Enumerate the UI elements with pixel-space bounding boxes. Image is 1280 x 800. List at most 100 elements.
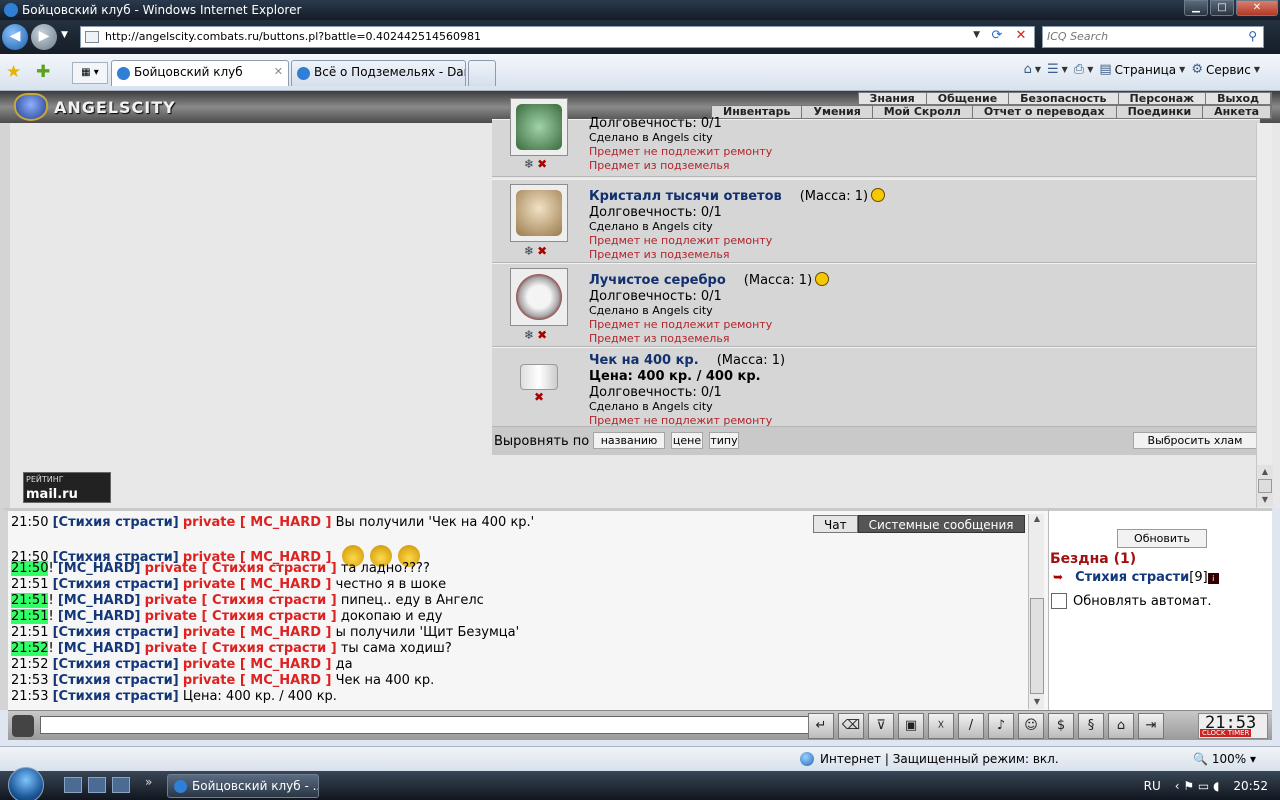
chat-sender[interactable]: [Стихия страсти] [53,625,179,640]
send-icon[interactable]: ↵ [808,713,834,739]
chevron-down-icon[interactable]: ▼ [1087,65,1093,74]
url-text[interactable]: http://angelscity.combats.ru/buttons.pl?… [105,30,481,43]
chat-private-target[interactable]: private [ MC_HARD ] [183,625,332,640]
tab-combats[interactable]: Бойцовский клуб ✕ [111,60,289,86]
chat-sender[interactable]: [Стихия страсти] [53,657,179,672]
dismantle-icon[interactable]: ❄ [524,157,534,171]
scroll-down-icon[interactable]: ▼ [1257,493,1273,507]
smiley-icon[interactable]: ☺ [1018,713,1044,739]
chat-sender[interactable]: [Стихия страсти] [53,689,179,704]
chat-time[interactable]: 21:50 [11,515,48,530]
scroll-thumb[interactable] [1258,479,1272,493]
menu-profile[interactable]: Анкета [1203,106,1271,118]
stop-icon[interactable]: ✕ [1010,28,1032,46]
tray-clock[interactable]: 20:52 [1233,779,1268,793]
chat-time[interactable]: 21:51 [11,625,48,640]
money-icon[interactable]: $ [1048,713,1074,739]
chat-sender[interactable]: [Стихия страсти] [53,577,179,592]
filter-icon[interactable]: ⊽ [868,713,894,739]
dismantle-icon[interactable]: ❄ [524,328,534,342]
sound-icon[interactable]: ♪ [988,713,1014,739]
tools-menu[interactable]: ⚙ Сервис ▼ [1191,62,1260,77]
auto-refresh-checkbox[interactable] [1051,593,1067,609]
start-button[interactable] [8,767,44,800]
address-bar[interactable]: http://angelscity.combats.ru/buttons.pl?… [80,26,1035,48]
chat-icon[interactable] [12,715,34,737]
refresh-icon[interactable]: ⟳ [986,28,1008,46]
page-menu[interactable]: ▤ Страница ▼ [1099,62,1185,77]
taskbar-button-ie[interactable]: Бойцовский клуб - ... [167,774,319,798]
fight-icon[interactable]: ☓ [928,713,954,739]
menu-character[interactable]: Персонаж [1119,93,1207,105]
minimize-button[interactable]: ▁ [1184,0,1208,16]
search-box[interactable]: ⚲ [1042,26,1264,48]
delete-icon[interactable]: ✖ [537,157,547,171]
chat-time[interactable]: 21:50 [11,561,49,576]
menu-communication[interactable]: Общение [927,93,1010,105]
chat-private-target[interactable]: private [ Стихия страсти ] [145,593,337,608]
close-button[interactable]: ✕ [1236,0,1278,16]
scroll-icon[interactable]: § [1078,713,1104,739]
save-icon[interactable]: ▣ [898,713,924,739]
chat-sender[interactable]: [Стихия страсти] [53,515,179,530]
exit-icon[interactable]: ⇥ [1138,713,1164,739]
translit-icon[interactable]: / [958,713,984,739]
scroll-down-icon[interactable]: ▼ [1029,697,1045,709]
item-name-link[interactable]: Кристалл тысячи ответов [589,189,782,204]
chat-private-target[interactable]: private [ Стихия страсти ] [145,561,337,576]
scroll-thumb[interactable] [1030,598,1044,694]
chat-sender[interactable]: [MC_HARD] [58,593,141,608]
tab-system-messages[interactable]: Системные сообщения [857,515,1025,533]
chat-time[interactable]: 21:51 [11,609,49,624]
menu-transfers[interactable]: Отчет о переводах [973,106,1117,118]
add-favorites-icon[interactable]: ✚ [36,62,50,82]
chat-private-target[interactable]: private [ MC_HARD ] [183,577,332,592]
item-name-link[interactable]: Лучистое серебро [589,273,726,288]
sort-by-price-button[interactable]: цене [671,432,703,449]
tab-chat[interactable]: Чат [813,515,858,533]
chat-time[interactable]: 21:52 [11,641,49,656]
rating-widget[interactable]: РЕЙТИНГ mail.ru [23,472,111,503]
zoom-level[interactable]: 🔍 100% ▾ [1193,752,1256,766]
chat-time[interactable]: 21:52 [11,657,48,672]
switch-windows-icon[interactable] [88,777,106,793]
menu-battles[interactable]: Поединки [1117,106,1204,118]
eraser-icon[interactable]: ⌫ [838,713,864,739]
feeds-button[interactable]: ☰ ▼ [1047,62,1068,77]
chevron-right-icon[interactable]: » [145,775,152,789]
menu-security[interactable]: Безопасность [1009,93,1119,105]
chat-scrollbar[interactable]: ▲ ▼ [1028,514,1044,709]
favorites-star-icon[interactable]: ★ [6,62,21,82]
content-scrollbar[interactable]: ▲ ▼ [1256,123,1273,508]
chat-sender[interactable]: [MC_HARD] [58,609,141,624]
chat-private-target[interactable]: private [ Стихия страсти ] [145,641,337,656]
sort-by-type-button[interactable]: типу [709,432,739,449]
scroll-up-icon[interactable]: ▲ [1257,465,1273,479]
menu-skills[interactable]: Умения [802,106,873,118]
back-button[interactable]: ◀ [2,24,28,50]
tab-dungeons[interactable]: Всё о Подземельях - Dark... [291,60,466,86]
chat-private-target[interactable]: private [ Стихия страсти ] [145,609,337,624]
dismantle-icon[interactable]: ❄ [524,244,534,258]
menu-knowledge[interactable]: Знания [859,93,927,105]
address-dropdown-icon[interactable]: ▼ [973,30,980,40]
chat-time[interactable]: 21:51 [11,593,49,608]
quick-tabs-button[interactable]: ▦ ▾ [72,62,108,84]
chevron-down-icon[interactable]: ▼ [1035,65,1041,74]
item-name-link[interactable]: Чек на 400 кр. [589,353,699,368]
history-dropdown-icon[interactable]: ▼ [61,30,68,40]
chat-time[interactable]: 21:53 [11,673,48,688]
auto-refresh-toggle[interactable]: Обновлять автомат. [1051,593,1212,609]
private-arrow-icon[interactable]: ➥ [1053,570,1063,584]
menu-exit[interactable]: Выход [1206,93,1271,105]
user-name-link[interactable]: Стихия страсти [1075,570,1189,585]
delete-icon[interactable]: ✖ [537,328,547,342]
delete-icon[interactable]: ✖ [534,390,544,404]
info-icon[interactable]: i [1207,573,1219,584]
refresh-button[interactable]: Обновить [1117,529,1207,548]
security-zone[interactable]: Интернет | Защищенный режим: вкл. [800,752,1059,766]
messenger-icon[interactable] [112,777,130,793]
site-logo[interactable]: ANGELSCITY [14,93,186,121]
language-indicator[interactable]: RU [1144,779,1161,793]
forward-button[interactable]: ▶ [31,24,57,50]
